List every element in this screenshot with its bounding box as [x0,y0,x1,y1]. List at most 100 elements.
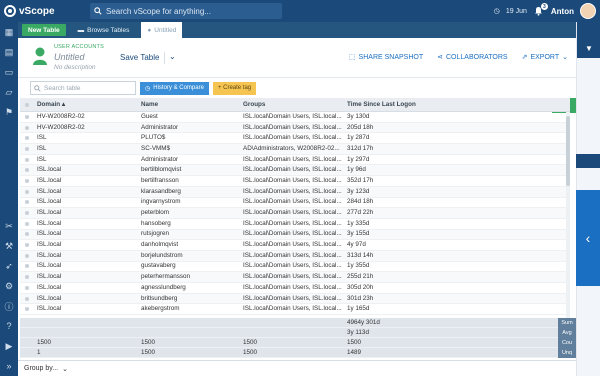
row-checkbox[interactable] [20,243,34,248]
row-checkbox[interactable] [20,253,34,258]
table-row[interactable]: ISL.local peterblom ISL.local\Domain Users… [20,208,570,219]
filter-icon[interactable]: ▼ [577,38,600,58]
table-cell: ISL.local\Domain Users, ISL.local... [243,305,342,313]
data-table: Domain ▴ Name Groups Time Since Last Log… [20,98,570,316]
table-row[interactable]: ISL.local gustavaberg ISL.local\Domain Use… [20,262,570,273]
help-icon[interactable]: ? [0,316,18,336]
page-description[interactable]: No description [54,64,96,71]
table-icon[interactable]: ▤ [0,42,18,62]
user-name[interactable]: Anton [551,7,574,16]
dashboard-icon[interactable]: ▦ [0,22,18,42]
table-row[interactable]: HV-W2008R2-02 Administrator ISL.local\Doma… [20,122,570,134]
summary-cell: 1500 [141,349,156,356]
tab-browse-tables[interactable]: ▬ Browse Tables [72,22,136,38]
summary-row: 4964y 301d Sum [20,317,576,328]
share-snapshot-button[interactable]: ⬚ SHARE SNAPSHOT [349,53,423,62]
collapse-icon[interactable]: » [0,356,18,376]
table-row[interactable]: ISL.local borjelundstrom ISL.local\Domain … [20,250,570,262]
table-row[interactable]: HV-W2008R2-02 Guest ISL.local\Domain Users… [20,112,570,123]
table-row[interactable]: ISL.local bertilblomqvist ISL.local\Domain… [20,165,570,177]
search-input[interactable]: Search vScope for anything... [106,7,211,16]
table-cell: ISL [37,134,47,142]
collaborators-button[interactable]: ⋖ COLLABORATORS [437,53,507,62]
flag-icon[interactable]: ⚑ [0,102,18,122]
row-checkbox[interactable] [20,232,34,237]
table-cell: 1y 96d [347,166,366,174]
table-row[interactable]: ISL.local danholmqvist ISL.local\Domain Us… [20,240,570,251]
table-row[interactable]: ISL.local hansoberg ISL.local\Domain Users… [20,219,570,230]
row-checkbox[interactable] [20,146,34,151]
calendar-icon[interactable]: ◷ [494,7,500,15]
table-scrollbar[interactable] [566,112,570,318]
row-checkbox[interactable] [20,307,34,312]
table-row[interactable]: ISL.local akebergstrom ISL.local\Domain Us… [20,304,570,316]
column-header-last-logon[interactable]: Time Since Last Logon [344,100,444,110]
notifications-button[interactable]: 3 [533,3,548,17]
summary-spacer [20,318,34,328]
row-checkbox[interactable] [20,211,34,216]
row-checkbox[interactable] [20,114,34,119]
table-cell: ISL.local [37,283,62,291]
summary-label: Unq [558,347,576,358]
row-checkbox[interactable] [20,264,34,269]
column-header-domain[interactable]: Domain ▴ [34,100,138,110]
window-icon[interactable]: ▭ [0,62,18,82]
row-checkbox[interactable] [20,136,34,141]
user-account-icon [33,47,47,65]
video-icon[interactable]: ▶ [0,336,18,356]
settings-icon[interactable]: ⚙ [0,276,18,296]
history-icon: ◷ [145,85,151,92]
table-cell: 1y 355d [347,262,370,270]
row-checkbox[interactable] [20,189,34,194]
table-row[interactable]: ISL.local klarasandberg ISL.local\Domain U… [20,186,570,198]
info-icon[interactable]: ⓘ [0,296,18,316]
new-table-button[interactable]: New Table [22,24,66,36]
table-row[interactable]: ISL.local britlsundberg ISL.local\Domain U… [20,293,570,305]
select-all-checkbox[interactable] [20,102,34,107]
collapse-panel-button[interactable]: ‹ [576,190,600,286]
app-logo[interactable]: vScope [0,0,60,22]
table-cell: AD\Administrators, W2008R2-02... [243,144,340,152]
chart-icon[interactable]: ▱ [0,82,18,102]
tab-untitled[interactable]: ● Untitled [141,22,183,38]
column-header-name[interactable]: Name [138,100,240,110]
row-checkbox[interactable] [20,296,34,301]
tools-icon[interactable]: ✂ [0,216,18,236]
table-cell: 1y 165d [347,305,370,313]
rocket-icon[interactable]: ➶ [0,256,18,276]
search-bar[interactable]: Search vScope for anything... [90,3,282,19]
table-cell: ISL.local\Domain Users, ISL.local... [243,187,342,195]
save-table-button[interactable]: Save Table [120,53,159,62]
row-checkbox[interactable] [20,285,34,290]
history-compare-button[interactable]: ◷ History & Compare [140,81,209,95]
row-checkbox[interactable] [20,157,34,162]
wrench-icon[interactable]: ⚒ [0,236,18,256]
table-row[interactable]: ISL.local rutsjogren ISL.local\Domain User… [20,229,570,241]
group-by-select[interactable]: Group by... ⌄ [18,365,68,373]
create-tag-button[interactable]: + Create tag [212,81,257,95]
export-button[interactable]: ⇗ EXPORT ⌄ [522,53,568,62]
row-checkbox[interactable] [20,178,34,183]
table-cell: ISL.local\Domain Users, ISL.local... [243,198,342,206]
row-checkbox[interactable] [20,125,34,130]
table-cell: ISL.local [37,273,62,281]
table-row[interactable]: ISL.local agnesslundberg ISL.local\Domain … [20,283,570,294]
table-row[interactable]: ISL SC-VMM$ AD\Administrators, W2008R2-02.… [20,144,570,155]
table-search-input[interactable]: Search table [30,81,136,95]
avatar[interactable] [580,3,596,19]
save-options-button[interactable]: ⌄ [164,52,176,64]
table-row[interactable]: ISL.local peterhermansson ISL.local\Domain… [20,272,570,283]
table-row[interactable]: ISL.local bertilfransson ISL.local\Domain … [20,176,570,187]
column-header-groups[interactable]: Groups [240,100,344,110]
scrollbar-thumb[interactable] [566,116,570,186]
table-row[interactable]: ISL Administrator ISL.local\Domain Users, … [20,155,570,166]
row-checkbox[interactable] [20,275,34,280]
tab-bar: New Table ▬ Browse Tables ● Untitled [18,22,576,38]
table-cell: 284d 18h [347,198,374,206]
page-title[interactable]: Untitled [54,52,85,62]
row-checkbox[interactable] [20,168,34,173]
row-checkbox[interactable] [20,200,34,205]
table-row[interactable]: ISL.local ingvarnystrom ISL.local\Domain U… [20,198,570,209]
table-row[interactable]: ISL PLUTO$ ISL.local\Domain Users, ISL.loc… [20,133,570,145]
row-checkbox[interactable] [20,221,34,226]
